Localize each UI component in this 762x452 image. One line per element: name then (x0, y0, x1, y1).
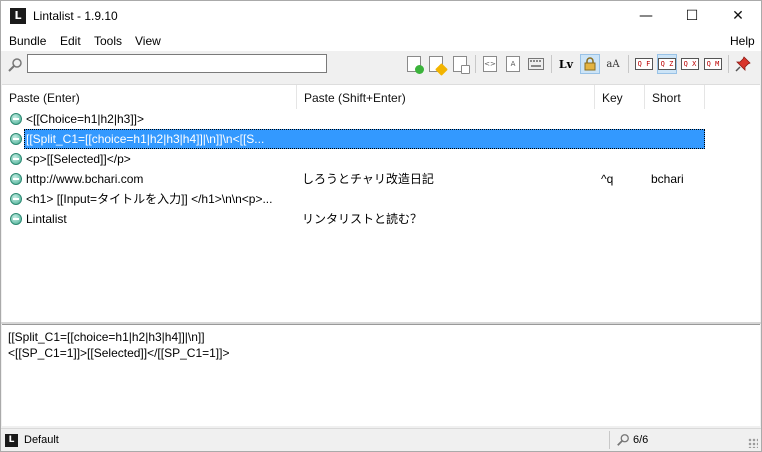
snippet-icon (10, 113, 22, 125)
lv-button[interactable]: Lv (556, 54, 576, 74)
text-snippet-button[interactable]: A (503, 54, 523, 74)
lv-label: Lv (558, 57, 574, 71)
keyboard-icon (528, 58, 544, 70)
pin-button[interactable] (733, 54, 753, 74)
window-title: Lintalist - 1.9.10 (33, 9, 118, 23)
search-mode-x-icon: Q X (681, 58, 699, 70)
cell-key: ^q (601, 172, 614, 186)
menu-view[interactable]: View (135, 34, 161, 48)
header-paste[interactable]: Paste (Enter) (2, 85, 297, 109)
minimize-icon: — (639, 8, 653, 24)
edit-snippet-button[interactable] (426, 54, 448, 76)
cell-paste: <h1> [[Input=タイトルを入力]] </h1>\n\n<p>... (26, 192, 273, 206)
add-snippet-button[interactable] (404, 54, 424, 74)
title-bar[interactable]: L Lintalist - 1.9.10 — ☐ ✕ (1, 1, 761, 31)
preview-line: <[[SP_C1=1]]>[[Selected]]</[[SP_C1=1]]> (8, 346, 230, 360)
search-input[interactable] (27, 54, 327, 73)
toolbar-separator (551, 55, 552, 73)
lock-button[interactable] (580, 54, 600, 74)
case-label: aA (606, 58, 620, 70)
snippet-preview[interactable]: [[Split_C1=[[choice=h1|h2|h3|h4]]|\n]] <… (2, 324, 760, 426)
search-count-icon (617, 434, 629, 446)
cell-paste: http://www.bchari.com (26, 172, 144, 186)
app-logo-icon: L (10, 8, 26, 24)
toolbar-separator (628, 55, 629, 73)
menu-edit[interactable]: Edit (60, 34, 81, 48)
close-button[interactable]: ✕ (715, 1, 761, 31)
search-icon (8, 58, 22, 72)
lock-icon (584, 57, 596, 71)
status-bar: L Default 6/6 (1, 428, 761, 451)
text-snippet-icon: A (506, 56, 520, 72)
cell-paste: [[Split_C1=[[choice=h1|h2|h3|h4]]|\n]]\n… (26, 132, 265, 146)
snippet-icon (10, 153, 22, 165)
cell-paste: <p>[[Selected]]</p> (26, 152, 131, 166)
copy-snippet-button[interactable] (450, 54, 470, 74)
copy-snippet-icon (453, 56, 470, 74)
toolbar: <> A Lv aA Q F Q Z Q X Q M (1, 51, 761, 78)
bundle-icon: L (5, 434, 18, 447)
status-bundle: Default (24, 434, 59, 446)
menu-tools[interactable]: Tools (94, 34, 122, 48)
toolbar-separator (475, 55, 476, 73)
list-item[interactable]: <[[Choice=h1|h2|h3]]> (2, 109, 760, 129)
menu-help[interactable]: Help (730, 34, 755, 48)
search-mode-f-button[interactable]: Q F (634, 54, 654, 74)
pin-icon (735, 56, 751, 72)
keyboard-button[interactable] (526, 54, 546, 74)
header-paste-shift[interactable]: Paste (Shift+Enter) (297, 85, 595, 109)
cell-short: bchari (651, 172, 684, 186)
list-item[interactable]: http://www.bchari.com しろうとチャリ改造日記 ^q bch… (2, 169, 760, 189)
snippet-list[interactable]: Paste (Enter) Paste (Shift+Enter) Key Sh… (2, 84, 760, 322)
cell-paste-shift: リンタリストと読む？ (302, 212, 423, 226)
cell-paste-shift: しろうとチャリ改造日記 (302, 172, 434, 186)
snippet-icon (10, 193, 22, 205)
maximize-icon: ☐ (685, 8, 699, 24)
list-item-selected[interactable]: [[Split_C1=[[choice=h1|h2|h3|h4]]|\n]]\n… (2, 129, 760, 149)
search-mode-m-icon: Q M (704, 58, 722, 70)
menu-bar: Bundle Edit Tools View Help (1, 31, 761, 51)
resize-grip[interactable] (748, 438, 758, 448)
list-item[interactable]: <p>[[Selected]]</p> (2, 149, 760, 169)
list-header: Paste (Enter) Paste (Shift+Enter) Key Sh… (2, 85, 760, 109)
case-button[interactable]: aA (603, 54, 623, 74)
snippet-icon (10, 213, 22, 225)
menu-bundle[interactable]: Bundle (9, 34, 46, 48)
add-snippet-icon (407, 56, 424, 74)
status-separator (609, 431, 610, 449)
code-snippet-button[interactable]: <> (480, 54, 500, 74)
header-short[interactable]: Short (645, 85, 705, 109)
search-mode-z-button[interactable]: Q Z (657, 54, 677, 74)
search-mode-f-icon: Q F (635, 58, 653, 70)
search-mode-z-icon: Q Z (658, 58, 676, 70)
app-window: L Lintalist - 1.9.10 — ☐ ✕ Bundle Edit T… (0, 0, 762, 452)
header-key[interactable]: Key (595, 85, 645, 109)
cell-paste: Lintalist (26, 212, 67, 226)
snippet-icon (10, 173, 22, 185)
maximize-button[interactable]: ☐ (669, 1, 715, 31)
close-icon: ✕ (732, 8, 744, 24)
toolbar-separator (728, 55, 729, 73)
search-mode-m-button[interactable]: Q M (703, 54, 723, 74)
code-snippet-icon: <> (483, 56, 497, 72)
list-item[interactable]: <h1> [[Input=タイトルを入力]] </h1>\n\n<p>... (2, 189, 760, 209)
list-item[interactable]: Lintalist リンタリストと読む？ (2, 209, 760, 229)
cell-paste: <[[Choice=h1|h2|h3]]> (26, 112, 144, 126)
search-mode-x-button[interactable]: Q X (680, 54, 700, 74)
preview-line: [[Split_C1=[[choice=h1|h2|h3|h4]]|\n]] (8, 330, 205, 344)
edit-snippet-icon (429, 56, 448, 76)
minimize-button[interactable]: — (623, 1, 669, 31)
status-count: 6/6 (633, 434, 649, 446)
snippet-icon (10, 133, 22, 145)
